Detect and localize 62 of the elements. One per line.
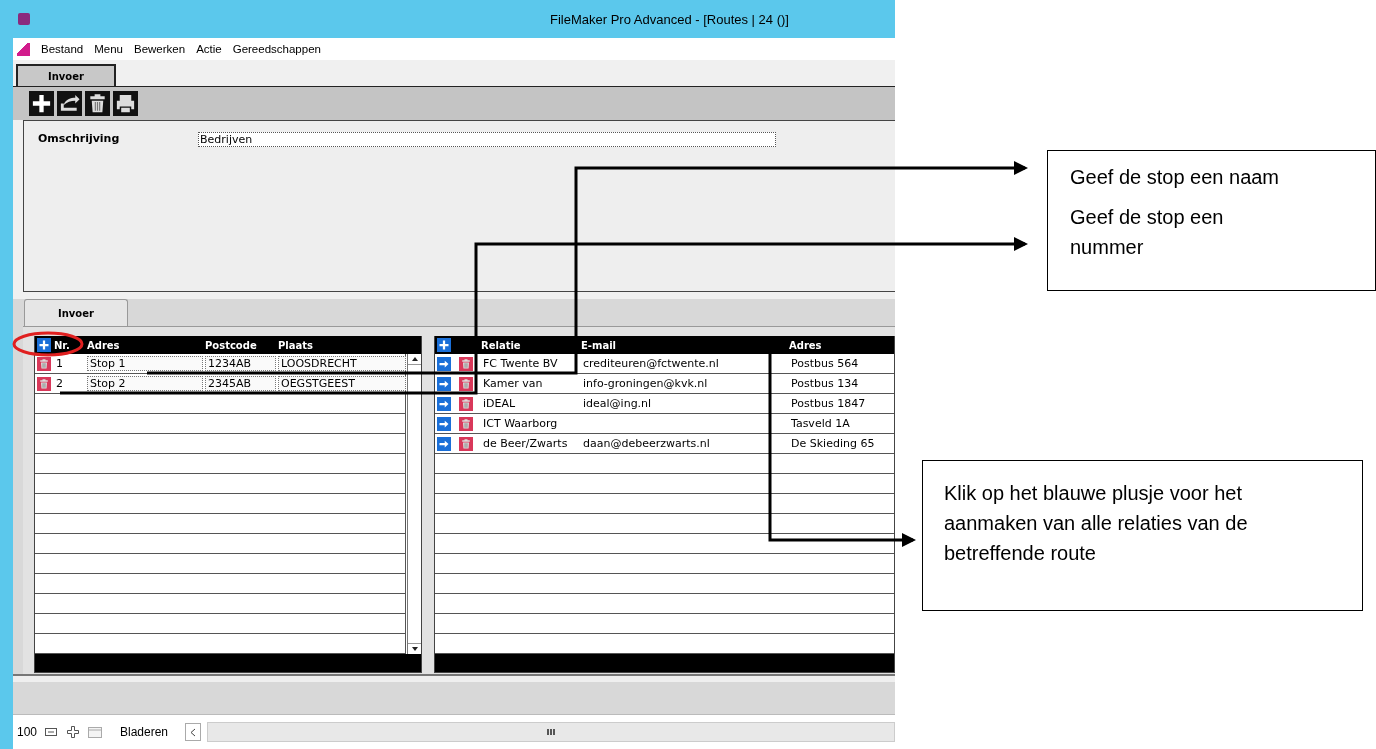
go-to-icon[interactable] — [437, 416, 451, 431]
menu-item[interactable]: Actie — [196, 43, 222, 55]
column-header: Plaats — [278, 339, 314, 351]
zoom-level: 100 — [17, 725, 38, 739]
table-cell-text: FC Twente BV — [482, 357, 559, 370]
column-header: E-mail — [581, 339, 617, 351]
column-header: Nr. — [54, 339, 71, 351]
table-cell-text: info-groningen@kvk.nl — [582, 377, 709, 390]
window-title: FileMaker Pro Advanced - [Routes | 24 ()] — [550, 11, 789, 27]
table-cell-text: De Skieding 65 — [790, 437, 876, 450]
go-to-icon[interactable] — [437, 376, 451, 391]
trash-icon[interactable] — [85, 91, 110, 116]
printer-icon[interactable] — [113, 91, 138, 116]
scroll-up-icon[interactable] — [411, 357, 418, 361]
table-cell-text: Postbus 134 — [790, 377, 860, 390]
app-icon — [18, 13, 30, 25]
table-cell-text: ideal@ing.nl — [582, 397, 653, 410]
callout-text: Geef de stop een naam — [1070, 165, 1281, 190]
zoom-in-icon[interactable] — [65, 725, 82, 739]
scrollbar-thumb[interactable] — [547, 729, 555, 735]
table-cell-text: Postbus 1847 — [790, 397, 867, 410]
table-cell-text: 2 — [55, 377, 64, 390]
table-cell[interactable]: OEGSTGEEST — [278, 376, 406, 391]
column-header: Adres — [789, 339, 823, 351]
menu-item[interactable]: Menu — [94, 43, 123, 55]
go-to-icon[interactable] — [437, 436, 451, 451]
column-header: Postcode — [205, 339, 258, 351]
layout-tab[interactable]: Invoer — [16, 64, 116, 86]
column-header: Adres — [87, 339, 121, 351]
go-to-icon[interactable] — [437, 396, 451, 411]
table-cell-text: Postbus 564 — [790, 357, 860, 370]
table-cell-text: crediteuren@fctwente.nl — [582, 357, 720, 370]
zoom-out-icon[interactable] — [43, 725, 60, 739]
table-cell[interactable]: Stop 2 — [87, 376, 203, 391]
column-header: Relatie — [481, 339, 522, 351]
table-cell[interactable]: Stop 1 — [87, 356, 203, 371]
scroll-left-icon[interactable] — [185, 723, 202, 741]
table-cell-text: daan@debeerzwarts.nl — [582, 437, 711, 450]
menu-item[interactable]: Bewerken — [134, 43, 186, 55]
table-cell[interactable]: 2345AB — [205, 376, 276, 391]
go-to-icon[interactable] — [437, 356, 451, 371]
add-icon[interactable] — [29, 91, 54, 116]
scroll-down-icon[interactable] — [411, 647, 418, 651]
portal-tab[interactable]: Invoer — [24, 299, 128, 326]
table-cell[interactable]: 1234AB — [205, 356, 276, 371]
description-field[interactable]: Bedrijven — [198, 132, 776, 147]
menu-item[interactable]: Bestand — [41, 43, 84, 55]
table-cell-text: Tasveld 1A — [790, 417, 851, 430]
menu-item[interactable]: Gereedschappen — [232, 43, 321, 55]
table-cell-text: Kamer van — [482, 377, 544, 390]
table-cell-text: iDEAL — [482, 397, 517, 410]
highlight-circle — [12, 331, 84, 357]
table-cell[interactable]: LOOSDRECHT — [278, 356, 406, 371]
table-cell-text: 1 — [55, 357, 64, 370]
callout-text: Geef de stop een nummer — [1070, 205, 1225, 260]
scrollbar[interactable] — [407, 354, 421, 654]
table-cell-text: de Beer/Zwarts — [482, 437, 569, 450]
share-icon[interactable] — [57, 91, 82, 116]
field-label: Omschrijving — [38, 132, 121, 145]
table-cell-text: ICT Waarborg — [482, 417, 559, 430]
status-toggle-icon[interactable] — [87, 725, 104, 739]
callout-text: Klik op het blauwe plusje voor het aanmaken van alle relaties van de betreffende route — [944, 481, 1249, 566]
